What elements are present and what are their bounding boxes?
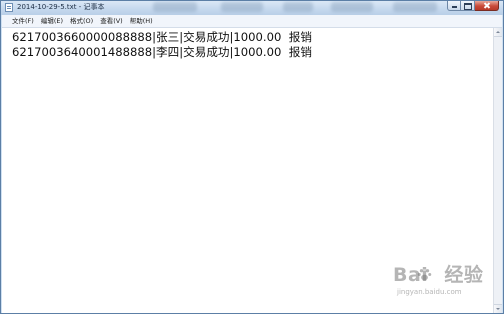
watermark-url: jingyan.baidu.com — [397, 288, 462, 296]
minimize-icon[interactable] — [447, 1, 461, 11]
baidu-watermark: Bai 经验 jingyan.baidu.com — [393, 263, 489, 303]
notepad-window: 2014-10-29-5.txt - 记事本 文件(F) 编辑(E) 格式(O)… — [0, 0, 504, 314]
text-line-2: 6217003640001488888|李四|交易成功|1000.00 报销 — [12, 45, 312, 59]
watermark-logo-right: 经验 — [444, 264, 484, 286]
close-icon[interactable] — [475, 1, 499, 11]
watermark-logo: Bai 经验 — [393, 263, 483, 287]
vertical-scrollbar[interactable] — [493, 28, 502, 313]
menu-edit[interactable]: 编辑(E) — [38, 15, 66, 27]
menu-view[interactable]: 查看(V) — [97, 15, 126, 27]
scroll-up-icon[interactable] — [494, 28, 502, 37]
paw-icon — [417, 269, 432, 281]
blurred-title-region — [331, 2, 373, 12]
menu-format[interactable]: 格式(O) — [67, 15, 96, 27]
menu-bar: 文件(F) 编辑(E) 格式(O) 查看(V) 帮助(H) — [2, 15, 502, 28]
title-bar[interactable]: 2014-10-29-5.txt - 记事本 — [1, 1, 503, 15]
scroll-down-icon[interactable] — [494, 304, 502, 313]
text-line-1: 6217003660000088888|张三|交易成功|1000.00 报销 — [12, 30, 312, 44]
blurred-title-region — [153, 2, 197, 12]
maximize-icon[interactable] — [461, 1, 475, 11]
menu-file[interactable]: 文件(F) — [9, 15, 37, 27]
window-controls — [447, 1, 499, 12]
window-title: 2014-10-29-5.txt - 记事本 — [17, 3, 105, 11]
blurred-title-region — [221, 2, 263, 12]
blurred-title-region — [283, 2, 313, 12]
menu-help[interactable]: 帮助(H) — [127, 15, 156, 27]
blurred-title-region — [393, 2, 437, 12]
notepad-icon[interactable] — [5, 3, 13, 12]
